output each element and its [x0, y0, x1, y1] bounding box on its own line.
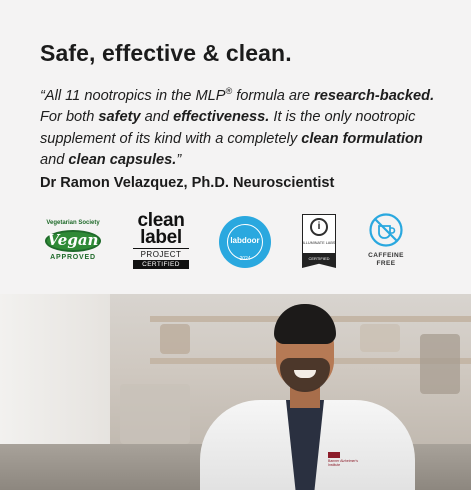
vegan-approved-badge: Vegetarian Society Vegan APPROVED [40, 218, 106, 270]
labdoor-year: 2024 [239, 256, 251, 262]
lab-equipment [160, 324, 190, 354]
quote-emphasis: effectiveness. [173, 109, 270, 126]
quote-text: “All 11 nootropics in the MLP [40, 87, 226, 104]
quote-text: formula are [232, 87, 315, 104]
lab-equipment [120, 384, 190, 444]
content-section: Safe, effective & clean. “All 11 nootrop… [0, 0, 471, 294]
clean-label-project: PROJECT [133, 248, 189, 259]
vegan-word: Vegan [47, 231, 99, 249]
clean-label-certified: CERTIFIED [133, 260, 189, 269]
labdoor-word: labdoor [230, 236, 260, 245]
coat-logo-text: Banner Alzheimer's Institute [328, 459, 359, 467]
author-name: Dr Ramon Velazquez, Ph.D. Neuroscientist [40, 175, 335, 191]
coat-logo-patch: Banner Alzheimer's Institute [328, 452, 366, 470]
quote-emphasis: safety [98, 109, 141, 126]
vegan-society-label: Vegetarian Society [46, 220, 100, 226]
labdoor-badge: labdoor 2024 [219, 216, 271, 268]
free-label: FREE [376, 260, 396, 267]
vegan-approved-label: APPROVED [50, 254, 96, 261]
clean-label-line2: label [140, 227, 182, 248]
quote-emphasis: research-backed. [314, 87, 435, 104]
clean-label-project-badge: clean label PROJECT CERTIFIED [133, 211, 189, 272]
hair [274, 304, 336, 344]
quote-emphasis: clean capsules. [68, 152, 177, 169]
illuminate-mark: i [310, 218, 328, 236]
illuminate-certified: CERTIFIED [308, 256, 330, 261]
lab-equipment [420, 334, 460, 394]
illuminate-label: ILLUMINATE LABS [302, 241, 336, 245]
testimonial-quote: “All 11 nootropics in the MLP® formula a… [40, 81, 440, 172]
illuminate-labs-badge: i ILLUMINATE LABS CERTIFIED [302, 214, 336, 268]
quote-text: For both [40, 109, 99, 126]
quote-text: and [40, 152, 69, 169]
no-coffee-icon [369, 213, 403, 247]
headline: Safe, effective & clean. [40, 40, 292, 66]
certification-badges: Vegetarian Society Vegan APPROVED clean … [0, 208, 471, 272]
quote-text: ” [176, 152, 182, 169]
caffeine-free-badge: CAFFEINE FREE [364, 212, 408, 272]
coat-logo-mark [328, 452, 340, 458]
caffeine-label: CAFFEINE [368, 252, 404, 259]
scientist-portrait: Banner Alzheimer's Institute [200, 304, 415, 490]
quote-text: and [140, 109, 174, 126]
quote-emphasis: clean formulation [301, 130, 423, 147]
scientist-lab-photo: Banner Alzheimer's Institute [0, 294, 471, 490]
